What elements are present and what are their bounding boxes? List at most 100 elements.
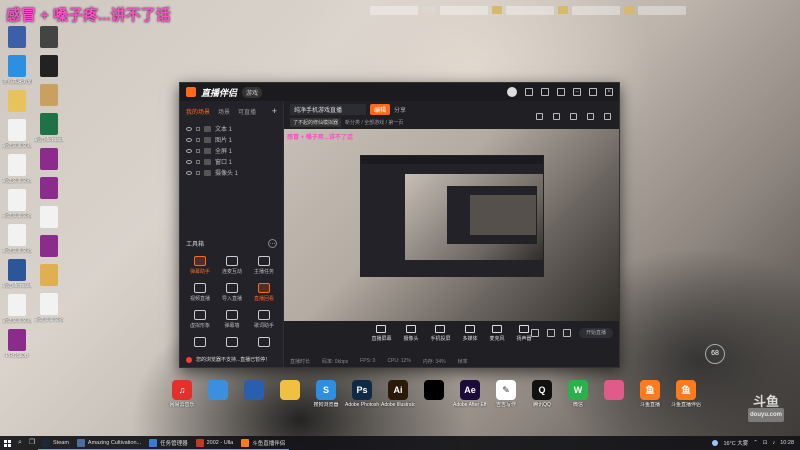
mode-badge[interactable]: 游戏 bbox=[242, 86, 263, 98]
desktop-icon[interactable] bbox=[34, 55, 64, 79]
folder-icon[interactable] bbox=[558, 6, 568, 14]
desktop-icon[interactable]: 新建文本文档 bbox=[2, 154, 32, 184]
desktop-icon[interactable] bbox=[34, 84, 64, 108]
tool-button[interactable]: 虚拟形象 bbox=[184, 310, 216, 329]
edit-button[interactable]: 编辑 bbox=[370, 104, 391, 115]
desktop-icon[interactable] bbox=[34, 235, 64, 259]
network-icon[interactable]: ⊡ bbox=[763, 440, 768, 446]
more-tools-icon[interactable]: … bbox=[268, 239, 277, 248]
lock-icon[interactable] bbox=[196, 126, 200, 131]
weather-text[interactable]: 16°C 大雾 bbox=[723, 439, 748, 447]
scene-tab[interactable]: 我的场景 bbox=[186, 107, 210, 116]
desktop-app-icon[interactable]: ♫ 网易云音乐 bbox=[166, 380, 198, 408]
visibility-icon[interactable] bbox=[186, 148, 192, 153]
scene-item[interactable]: 文本 1 bbox=[186, 123, 277, 134]
desktop-icon[interactable]: 新建文本文档 bbox=[34, 293, 64, 323]
desktop-icon[interactable] bbox=[34, 177, 64, 201]
camera-small-icon[interactable] bbox=[547, 329, 555, 337]
more-icon[interactable] bbox=[604, 113, 611, 120]
desktop-icon[interactable] bbox=[34, 206, 64, 230]
source-button[interactable]: 多媒体 bbox=[463, 324, 478, 342]
desktop-app-icon[interactable]: W 微信 bbox=[562, 380, 594, 408]
taskbar-app[interactable]: Steam bbox=[38, 436, 73, 450]
desktop-icon[interactable]: 新建Microsoft bbox=[34, 113, 64, 143]
taskbar-app[interactable]: 斗鱼直播伴侣 bbox=[237, 436, 290, 450]
bell-icon[interactable] bbox=[587, 113, 594, 120]
desktop-app-icon[interactable] bbox=[598, 380, 630, 408]
desktop-icon[interactable]: 新建文本文档 bbox=[2, 224, 32, 254]
desktop-icon[interactable]: 搜狗高速浏览器 bbox=[2, 55, 32, 85]
desktop-app-icon[interactable]: ✎ 吉吉写作 bbox=[490, 380, 522, 408]
maximize-icon[interactable] bbox=[589, 88, 597, 96]
desktop-app-icon[interactable] bbox=[274, 380, 306, 408]
minimize-icon[interactable]: – bbox=[573, 88, 581, 96]
tool-button[interactable]: 连麦互动 bbox=[216, 256, 248, 275]
desktop-icon[interactable] bbox=[34, 26, 64, 50]
scene-item[interactable]: 图片 1 bbox=[186, 134, 277, 145]
tool-button[interactable]: 弹幕墙 bbox=[216, 310, 248, 329]
lock-icon[interactable] bbox=[196, 170, 200, 175]
lock-icon[interactable] bbox=[196, 148, 200, 153]
desktop-icon[interactable]: 新建文本文档 bbox=[2, 119, 32, 149]
desktop-icon[interactable] bbox=[34, 264, 64, 288]
message-icon[interactable] bbox=[525, 88, 533, 96]
desktop-app-icon[interactable] bbox=[238, 380, 270, 408]
scene-item[interactable]: 全屏 1 bbox=[186, 145, 277, 156]
desktop-app-icon[interactable]: 鱼斗鱼直播 bbox=[634, 380, 666, 408]
source-button[interactable]: 直播屏幕 bbox=[371, 324, 391, 342]
record-icon[interactable] bbox=[531, 329, 539, 337]
visibility-icon[interactable] bbox=[186, 159, 192, 164]
scene-tab[interactable]: 可直播 bbox=[238, 107, 256, 116]
task-view-icon[interactable]: ❐ bbox=[26, 436, 38, 450]
scene-item[interactable]: 窗口 1 bbox=[186, 156, 277, 167]
source-button[interactable]: 扬声器 bbox=[517, 324, 532, 342]
tool-button[interactable] bbox=[248, 337, 280, 349]
lock-icon[interactable] bbox=[196, 137, 200, 142]
desktop-icon[interactable] bbox=[2, 90, 32, 114]
visibility-icon[interactable] bbox=[186, 137, 192, 142]
avatar[interactable] bbox=[507, 87, 517, 97]
settings-icon[interactable] bbox=[541, 88, 549, 96]
tool-button[interactable]: 导入直播 bbox=[216, 283, 248, 302]
tool-button[interactable]: 直播回看 bbox=[248, 283, 280, 302]
tray-up-icon[interactable]: ⌃ bbox=[753, 440, 758, 446]
game-tag[interactable]: 了不起的修仙模拟器 bbox=[290, 118, 342, 127]
tool-button[interactable]: 弹幕助手 bbox=[184, 256, 216, 275]
source-button[interactable]: 摄像头 bbox=[403, 324, 418, 342]
add-scene-button[interactable]: + bbox=[272, 106, 277, 116]
settings-small-icon[interactable] bbox=[563, 329, 571, 337]
desktop-icon[interactable]: PROSIDB bbox=[2, 329, 32, 359]
close-icon[interactable]: × bbox=[605, 88, 613, 96]
tool-button[interactable]: 歌词助手 bbox=[248, 310, 280, 329]
taskbar-app[interactable]: 2002 - Ulla bbox=[191, 436, 238, 450]
folder-icon[interactable] bbox=[492, 6, 502, 14]
volume-icon[interactable]: ♪ bbox=[772, 440, 775, 446]
visibility-icon[interactable] bbox=[186, 170, 192, 175]
start-stream-button[interactable]: 开始直播 bbox=[579, 328, 613, 338]
tool-button[interactable] bbox=[216, 337, 248, 349]
desktop-icon[interactable]: 新建Microsoft bbox=[2, 259, 32, 289]
taskbar-app[interactable]: 任务管理器 bbox=[145, 436, 192, 450]
scene-item[interactable]: 摄像头 1 bbox=[186, 167, 277, 178]
desktop-app-icon[interactable]: S 搜狗浏览器 bbox=[310, 380, 342, 408]
share-button[interactable]: 分享 bbox=[394, 105, 406, 114]
menu-icon[interactable] bbox=[557, 88, 565, 96]
desktop-app-icon[interactable]: Q 腾讯QQ bbox=[526, 380, 558, 408]
weather-icon[interactable] bbox=[712, 440, 719, 446]
desktop-icon[interactable] bbox=[34, 148, 64, 172]
visibility-icon[interactable] bbox=[186, 126, 192, 131]
shop-icon[interactable] bbox=[553, 113, 560, 120]
desktop-app-icon[interactable]: Ps Adobe Photoshop CC 2019 bbox=[345, 380, 379, 408]
search-icon[interactable]: ⌕ bbox=[14, 436, 26, 450]
scene-tab[interactable]: 场景 bbox=[218, 107, 230, 116]
start-button[interactable] bbox=[0, 436, 14, 450]
taskbar-app[interactable]: Amazing Cultivation... bbox=[72, 436, 146, 450]
desktop-icon[interactable]: 新建文本文档 bbox=[2, 294, 32, 324]
tool-button[interactable]: 视频直播 bbox=[184, 283, 216, 302]
desktop-app-icon[interactable]: 鱼斗鱼直播伴侣 bbox=[670, 380, 702, 408]
source-button[interactable]: 手机投屏 bbox=[430, 324, 451, 342]
lock-icon[interactable] bbox=[196, 159, 200, 164]
desktop-app-icon[interactable]: Ae Adobe After Effects CC... bbox=[453, 380, 487, 408]
stream-title[interactable]: 纯净手机游戏直播 bbox=[290, 104, 366, 115]
folder-icon[interactable] bbox=[624, 6, 634, 14]
